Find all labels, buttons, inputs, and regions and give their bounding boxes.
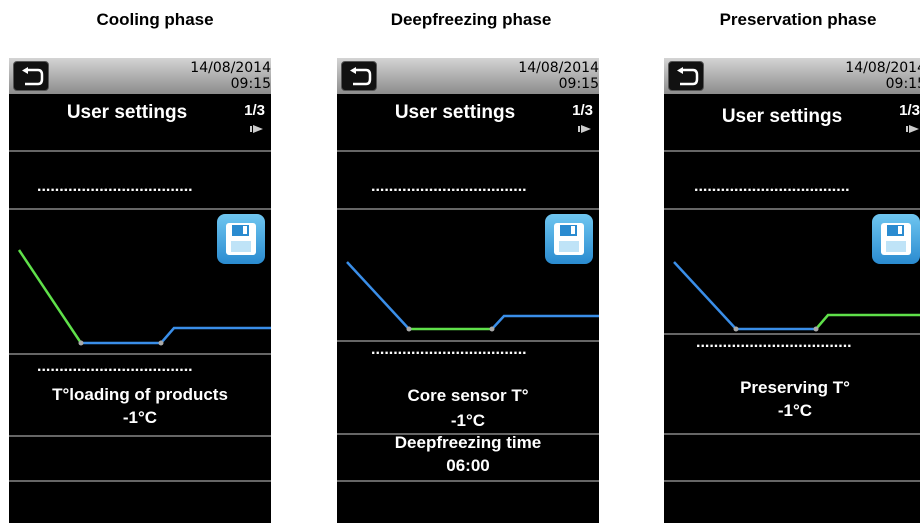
date-text: 14/08/2014 (190, 60, 271, 76)
preservation-segment (160, 326, 271, 344)
page-indicator: 1/3 (572, 102, 593, 119)
divider (9, 480, 271, 482)
divider (9, 353, 271, 355)
datetime: 14/08/2014 09:15 (518, 60, 599, 92)
preservation-segment (815, 313, 920, 330)
cooling-segment (17, 249, 83, 344)
curve-node (489, 326, 495, 332)
back-button[interactable] (341, 61, 377, 91)
temperature-curve (17, 249, 271, 346)
curve-node (733, 326, 739, 332)
next-page-icon[interactable] (578, 124, 592, 134)
datetime: 14/08/2014 09:15 (190, 60, 271, 92)
date-text: 14/08/2014 (845, 60, 920, 76)
time-text: 09:15 (230, 76, 271, 92)
time-text: 09:15 (558, 76, 599, 92)
page-indicator: 1/3 (899, 102, 920, 119)
divider (9, 150, 271, 152)
setting-value[interactable]: -1°C (337, 411, 599, 431)
setting-value[interactable]: -1°C (9, 408, 271, 428)
divider (664, 208, 920, 210)
time-text: 09:15 (885, 76, 920, 92)
phase-title: Cooling phase (96, 10, 214, 29)
back-button[interactable] (13, 61, 49, 91)
divider (337, 150, 599, 152)
back-button[interactable] (668, 61, 704, 91)
dotted-placeholder-bottom: ................................... (37, 358, 193, 375)
curve-node (78, 340, 84, 346)
divider (664, 433, 920, 435)
time-value[interactable]: 06:00 (337, 456, 599, 476)
page-indicator: 1/3 (244, 102, 265, 119)
setting-value[interactable]: -1°C (664, 401, 920, 421)
cooling-segment (673, 261, 737, 330)
back-arrow-icon (350, 67, 372, 86)
dotted-placeholder-top: ................................... (371, 178, 527, 195)
cooling-segment (346, 261, 410, 330)
divider (664, 480, 920, 482)
curve-node (406, 326, 412, 332)
time-label: Deepfreezing time (394, 433, 542, 452)
temperature-curve (346, 261, 599, 332)
back-arrow-icon (677, 67, 699, 86)
phase-title: Preservation phase (719, 10, 877, 29)
dotted-placeholder-top: ................................... (37, 178, 193, 195)
screen-heading: User settings (721, 106, 843, 127)
device-screen-cooling: 14/08/2014 09:15 User settings 1/3 .....… (9, 58, 271, 523)
curve-node (158, 340, 164, 346)
datetime: 14/08/2014 09:15 (845, 60, 920, 92)
setting-label: Preserving T° (740, 378, 850, 397)
divider (337, 480, 599, 482)
dotted-placeholder-bottom: ................................... (371, 341, 527, 358)
device-screen-deepfreezing: 14/08/2014 09:15 User settings 1/3 .....… (337, 58, 599, 523)
screen-heading: User settings (66, 102, 188, 123)
curve-node (813, 326, 819, 332)
screen-heading: User settings (394, 102, 516, 123)
dotted-placeholder-top: ................................... (694, 178, 850, 195)
divider (664, 150, 920, 152)
next-page-icon[interactable] (906, 124, 920, 134)
preservation-segment (491, 314, 599, 330)
next-page-icon[interactable] (250, 124, 264, 134)
divider (9, 208, 271, 210)
phase-title: Deepfreezing phase (390, 10, 552, 29)
setting-label: Core sensor T° (407, 386, 529, 405)
device-screen-preservation: 14/08/2014 09:15 User settings 1/3 .....… (664, 58, 920, 523)
date-text: 14/08/2014 (518, 60, 599, 76)
divider (9, 435, 271, 437)
divider (337, 208, 599, 210)
back-arrow-icon (22, 67, 44, 86)
dotted-placeholder-bottom: ................................... (696, 334, 852, 351)
setting-label: T°loading of products (52, 385, 228, 404)
